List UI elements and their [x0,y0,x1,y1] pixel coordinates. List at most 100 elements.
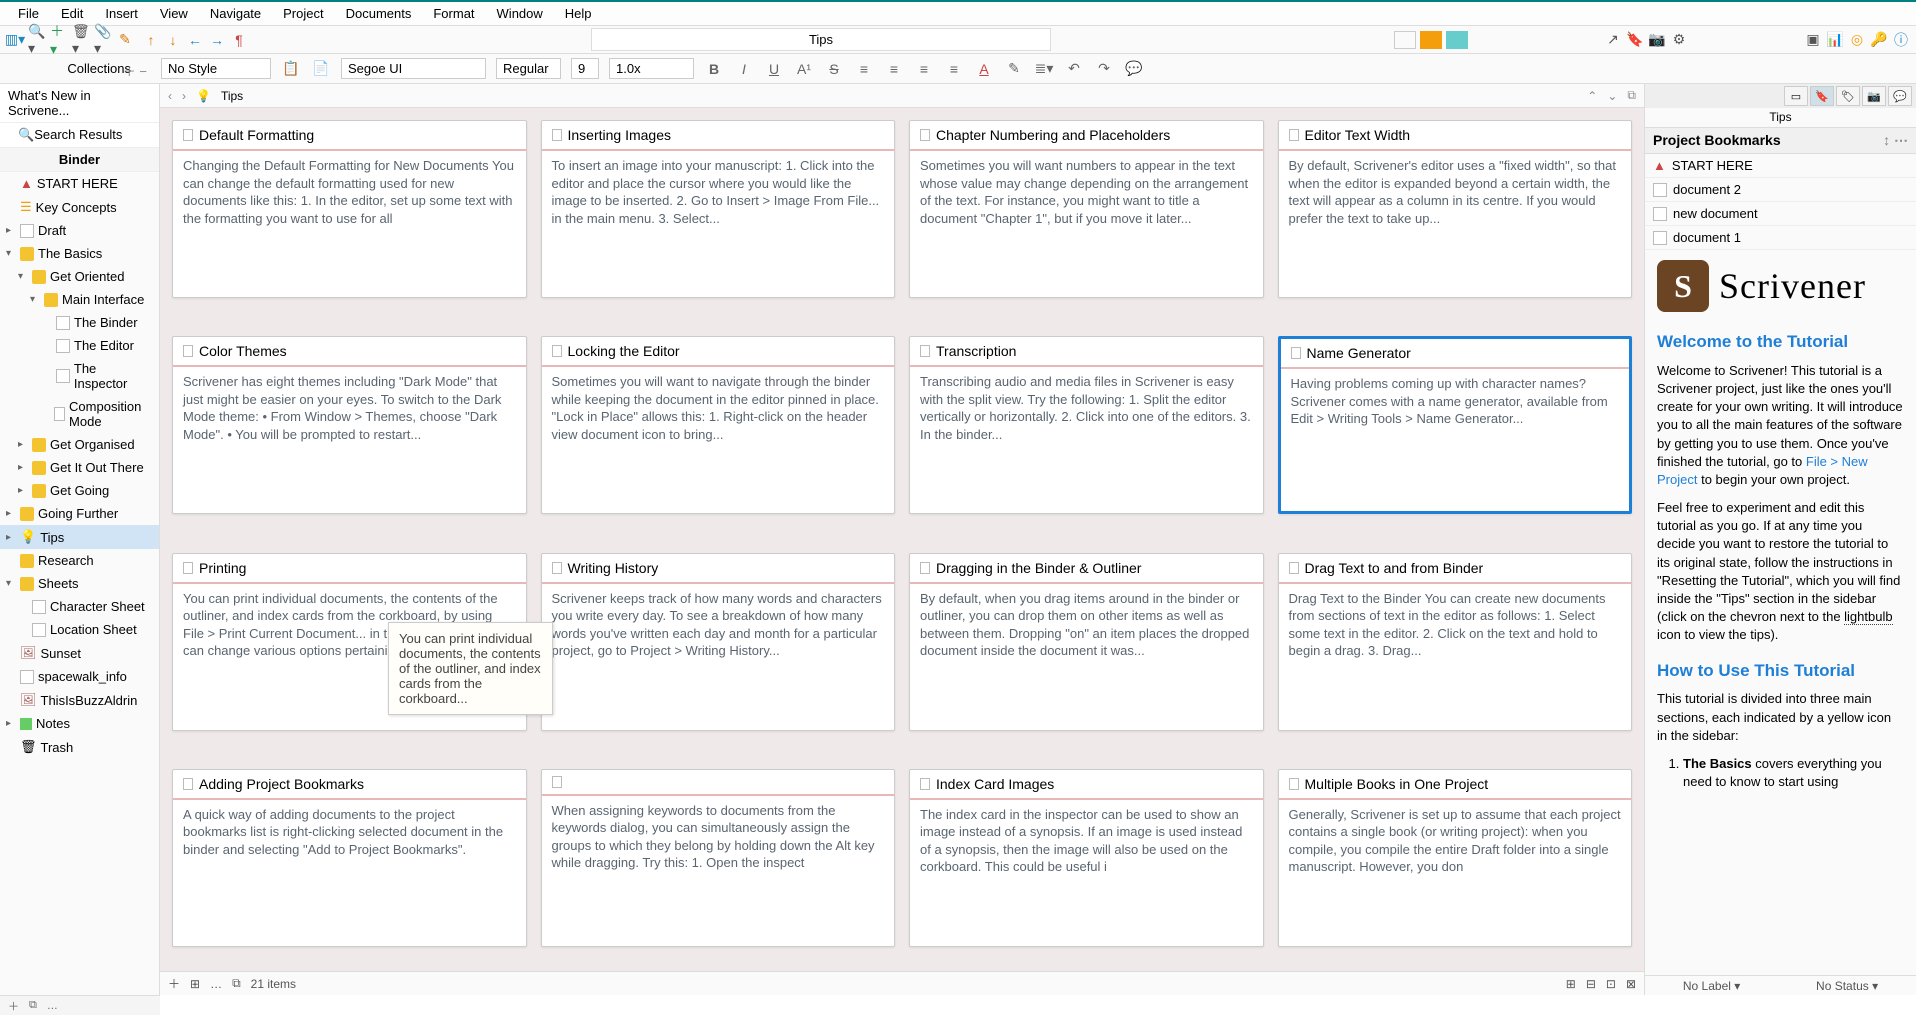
inspector-tab-snapshots[interactable]: 📷 [1862,86,1886,106]
arrow-down-icon[interactable]: ↓ [164,31,182,49]
binder-item-spacewalk_info[interactable]: spacewalk_info [0,665,159,688]
binder-item-tips[interactable]: ▸💡Tips [0,525,159,549]
pilcrow-icon[interactable]: ¶ [230,31,248,49]
card-header[interactable]: Locking the Editor [542,337,895,367]
index-card[interactable]: Inserting ImagesTo insert an image into … [541,120,896,298]
status-dropdown[interactable]: No Status ▾ [1816,979,1878,993]
document-title[interactable]: Tips [591,28,1051,51]
index-card[interactable]: Chapter Numbering and PlaceholdersSometi… [909,120,1264,298]
menu-file[interactable]: File [8,3,49,24]
view-single-icon[interactable] [1394,31,1416,49]
editor-down-icon[interactable]: ⌄ [1607,89,1617,103]
index-card[interactable]: Color ThemesScrivener has eight themes i… [172,336,527,514]
inspector-tab-metadata[interactable]: 🏷 [1836,86,1860,106]
binder-item-notes[interactable]: ▸Notes [0,712,159,735]
bookmark-item[interactable]: document 2 [1645,178,1916,202]
binder-item-get-organised[interactable]: ▸Get Organised [0,433,159,456]
card-header[interactable]: Chapter Numbering and Placeholders [910,121,1263,151]
bold-icon[interactable]: B [704,59,724,79]
card-header[interactable]: Color Themes [173,337,526,367]
align-left-icon[interactable]: ≡ [854,59,874,79]
card-header[interactable]: Inserting Images [542,121,895,151]
attachment-icon[interactable]: 📎▾ [94,31,112,49]
collection-tab-search[interactable]: 🔍Search Results [0,123,159,148]
index-card[interactable]: Writing HistoryScrivener keeps track of … [541,553,896,731]
binder-item-research[interactable]: Research [0,549,159,572]
index-card[interactable]: Drag Text to and from BinderDrag Text to… [1278,553,1633,731]
strikethrough-icon[interactable]: S [824,59,844,79]
nav-forward-icon[interactable]: › [182,89,186,103]
bookmark-item[interactable]: ▲START HERE [1645,154,1916,178]
binder-item-key-concepts[interactable]: ☰Key Concepts [0,195,159,219]
superscript-icon[interactable]: A¹ [794,59,814,79]
binder-item-trash[interactable]: 🗑Trash [0,735,159,759]
gear-icon[interactable]: ⚙ [1670,31,1688,49]
card-header[interactable]: Drag Text to and from Binder [1279,554,1632,584]
arrow-up-icon[interactable]: ↑ [142,31,160,49]
redo-icon[interactable]: ↷ [1094,59,1114,79]
add-collection-icon[interactable]: ＋ − [123,61,147,80]
index-card[interactable]: When assigning keywords to documents fro… [541,769,896,947]
editor-split-icon[interactable]: ⧉ [1627,88,1636,103]
bookmark-icon[interactable]: 🔖 [1626,31,1644,49]
card-header[interactable]: Transcription [910,337,1263,367]
binder-item-the-basics[interactable]: ▾The Basics [0,242,159,265]
card-header[interactable]: Printing [173,554,526,584]
card-header[interactable]: Multiple Books in One Project [1279,770,1632,800]
binder-item-sheets[interactable]: ▾Sheets [0,572,159,595]
footer-more-icon[interactable]: … [210,977,222,991]
menu-help[interactable]: Help [555,3,602,24]
footer-add-icon[interactable]: ＋ [168,975,180,992]
editor-up-icon[interactable]: ⌃ [1587,89,1597,103]
binder-item-draft[interactable]: ▸Draft [0,219,159,242]
index-card[interactable]: TranscriptionTranscribing audio and medi… [909,336,1264,514]
underline-icon[interactable]: U [764,59,784,79]
nav-back-icon[interactable]: ‹ [168,89,172,103]
text-color-icon[interactable]: A [974,59,994,79]
label-dropdown[interactable]: No Label ▾ [1683,979,1740,993]
index-card[interactable]: Dragging in the Binder & OutlinerBy defa… [909,553,1264,731]
undo-icon[interactable]: ↶ [1064,59,1084,79]
bookmarks-menu-icon[interactable]: ↕ ⋯ [1883,132,1908,149]
view-mode-2-icon[interactable]: ⊟ [1586,977,1596,991]
view-mode-1-icon[interactable]: ⊞ [1566,977,1576,991]
binder-toggle-icon[interactable]: ▥▾ [6,31,24,49]
card-header[interactable]: Index Card Images [910,770,1263,800]
view-mode-4-icon[interactable]: ⊠ [1626,977,1636,991]
index-card[interactable]: Name GeneratorHaving problems coming up … [1278,336,1633,514]
align-center-icon[interactable]: ≡ [884,59,904,79]
arrow-right-icon[interactable]: → [208,31,226,49]
footer-grid-icon[interactable]: ⊞ [190,977,200,991]
menu-insert[interactable]: Insert [95,3,148,24]
info-icon[interactable]: ⓘ [1892,31,1910,49]
snapshot-icon[interactable]: 📷 [1648,31,1666,49]
view-corkboard-icon[interactable] [1420,31,1442,49]
menu-project[interactable]: Project [273,3,333,24]
compile-icon[interactable]: ↗ [1604,31,1622,49]
index-card[interactable]: Editor Text WidthBy default, Scrivener's… [1278,120,1633,298]
inspector-content[interactable]: S Scrivener Welcome to the Tutorial Welc… [1645,250,1916,975]
menu-documents[interactable]: Documents [336,3,422,24]
binder-item-get-oriented[interactable]: ▾Get Oriented [0,265,159,288]
binder-item-get-it-out-there[interactable]: ▸Get It Out There [0,456,159,479]
card-header[interactable] [542,770,895,796]
style-select[interactable]: No Style [161,58,271,79]
trash-icon[interactable]: 🗑▾ [72,31,90,49]
card-header[interactable]: Editor Text Width [1279,121,1632,151]
index-card[interactable]: Adding Project BookmarksA quick way of a… [172,769,527,947]
binder-item-going-further[interactable]: ▸Going Further [0,502,159,525]
arrow-left-icon[interactable]: ← [186,31,204,49]
binder-item-character-sheet[interactable]: Character Sheet [0,595,159,618]
binder-item-main-interface[interactable]: ▾Main Interface [0,288,159,311]
menu-view[interactable]: View [150,3,198,24]
binder-item-start-here[interactable]: ▲START HERE [0,172,159,195]
menu-format[interactable]: Format [423,3,484,24]
list-icon[interactable]: ≣▾ [1034,59,1054,79]
weight-select[interactable]: Regular [496,58,561,79]
index-card[interactable]: Index Card ImagesThe index card in the i… [909,769,1264,947]
search-icon[interactable]: 🔍▾ [28,31,46,49]
view-mode-3-icon[interactable]: ⊡ [1606,977,1616,991]
footer-open-icon[interactable]: ⧉ [232,976,241,991]
menu-window[interactable]: Window [487,3,553,24]
card-header[interactable]: Default Formatting [173,121,526,151]
